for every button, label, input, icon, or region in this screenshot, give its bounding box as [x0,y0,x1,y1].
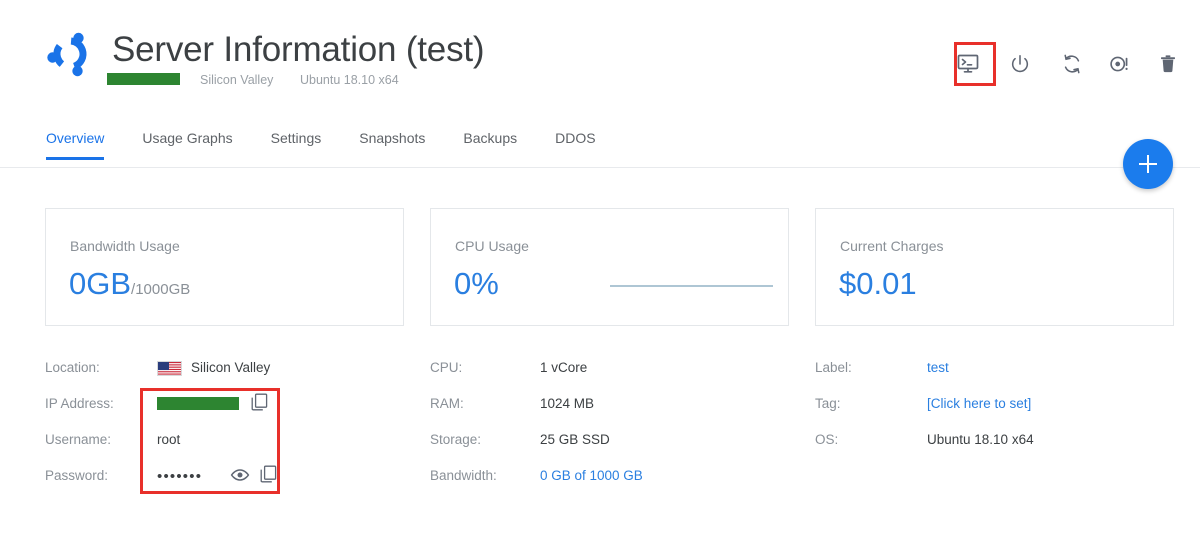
copy-ip-icon[interactable] [251,393,268,417]
detail-row-username: Username: root [45,430,385,466]
detail-row-password: Password: ••••••• [45,466,385,502]
tag-label: Tag: [815,394,841,414]
label-value-link[interactable]: test [927,358,949,378]
detail-row-tag: Tag: [Click here to set] [815,394,1175,430]
detail-row-label: Label: test [815,358,1175,394]
us-flag-icon [157,361,182,376]
server-details: Location: [0,0,1200,535]
username-value: root [157,430,180,450]
storage-label: Storage: [430,430,481,450]
detail-row-bandwidth: Bandwidth: 0 GB of 1000 GB [430,466,770,502]
details-column-meta: Label: test Tag: [Click here to set] OS:… [815,358,1175,466]
cpu-label: CPU: [430,358,462,378]
server-information-page: Server Information (test) Silicon Valley… [0,0,1200,535]
detail-row-cpu: CPU: 1 vCore [430,358,770,394]
redacted-ip-value [157,397,239,410]
cpu-value: 1 vCore [540,358,587,378]
os-label: OS: [815,430,838,450]
details-column-connection: Location: [45,358,385,502]
label-label: Label: [815,358,852,378]
detail-row-location: Location: [45,358,385,394]
tag-set-link[interactable]: [Click here to set] [927,394,1031,414]
show-password-eye-icon[interactable] [230,466,250,489]
password-label: Password: [45,466,108,486]
location-value: Silicon Valley [191,358,270,378]
ip-address-label: IP Address: [45,394,114,414]
detail-row-storage: Storage: 25 GB SSD [430,430,770,466]
bandwidth-label: Bandwidth: [430,466,497,486]
ram-value: 1024 MB [540,394,594,414]
detail-row-ip-address: IP Address: [45,394,385,430]
location-label: Location: [45,358,100,378]
os-value: Ubuntu 18.10 x64 [927,430,1034,450]
bandwidth-value-link[interactable]: 0 GB of 1000 GB [540,466,643,486]
detail-row-os: OS: Ubuntu 18.10 x64 [815,430,1175,466]
detail-row-ram: RAM: 1024 MB [430,394,770,430]
password-value-masked: ••••••• [157,470,202,484]
storage-value: 25 GB SSD [540,430,610,450]
ram-label: RAM: [430,394,464,414]
copy-password-icon[interactable] [260,465,277,489]
username-label: Username: [45,430,111,450]
details-column-hardware: CPU: 1 vCore RAM: 1024 MB Storage: 25 GB… [430,358,770,502]
